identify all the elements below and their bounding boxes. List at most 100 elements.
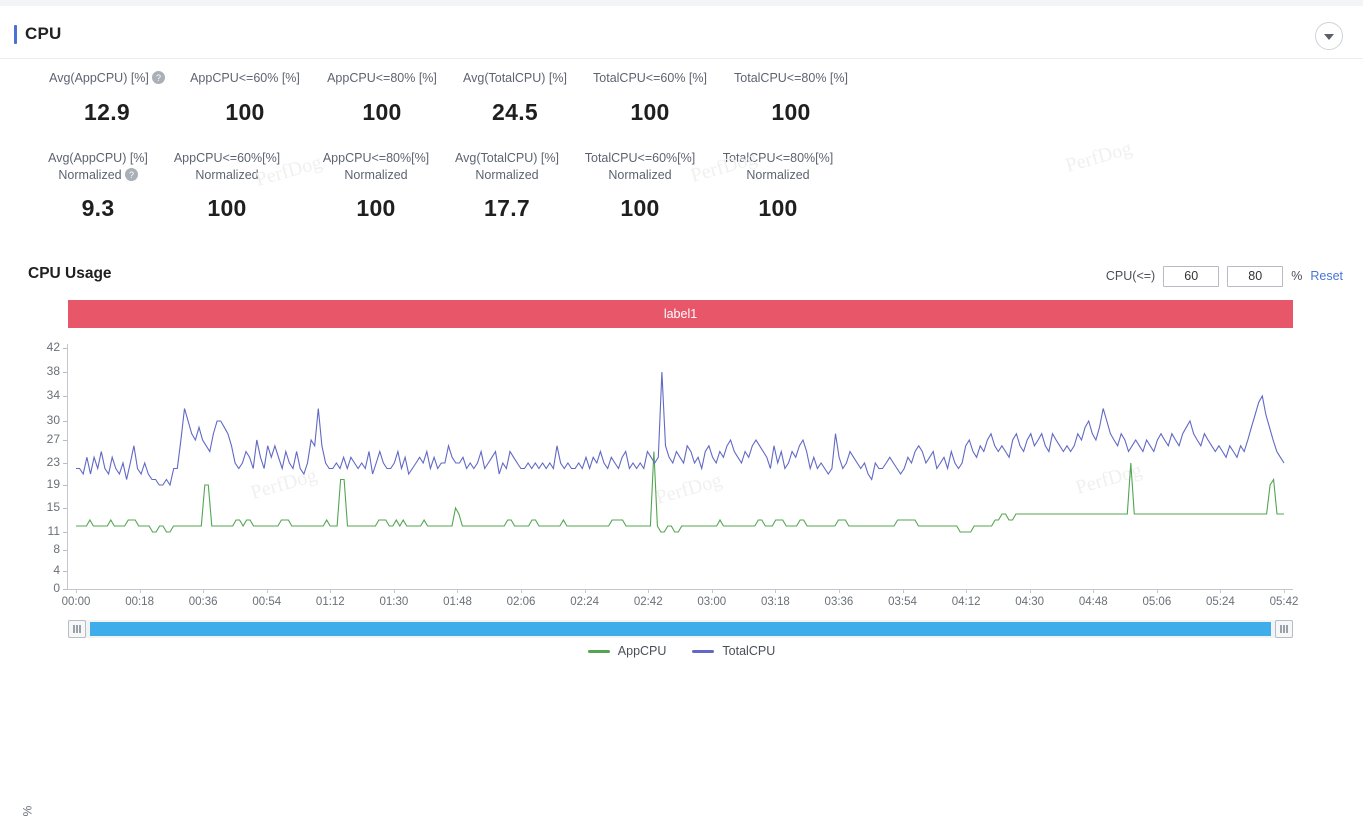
metric-label: TotalCPU<=60%[%]: [584, 151, 696, 165]
metric-card: TotalCPU<=80% [%] 100: [729, 70, 853, 126]
series-line-totalcpu: [76, 372, 1284, 485]
metric-card: TotalCPU<=60%[%] Normalized 100: [578, 150, 702, 222]
legend-swatch: [587, 649, 610, 653]
help-icon[interactable]: ?: [124, 168, 138, 181]
y-axis-tick-label: 0: [53, 581, 60, 595]
legend-item-appcpu[interactable]: AppCPU: [587, 644, 667, 658]
collapse-button[interactable]: [1315, 22, 1343, 50]
percent-label: %: [1291, 269, 1303, 283]
metric-value: 100: [771, 99, 811, 125]
metric-value: 100: [356, 195, 396, 221]
metric-label-sub: Normalized: [344, 168, 408, 182]
metric-label: Avg(TotalCPU) [%]: [463, 71, 567, 85]
metric-card: AppCPU<=60% [%] 100: [185, 70, 305, 126]
metric-value: 9.3: [81, 195, 115, 221]
metric-label: AppCPU<=80% [%]: [327, 71, 437, 85]
metric-label-sub: Normalized?: [38, 167, 158, 184]
metric-label: TotalCPU<=80% [%]: [734, 71, 848, 85]
x-axis-tick-label: 04:12: [951, 596, 981, 608]
chart-section-title: CPU Usage: [28, 265, 112, 282]
metrics-row-normalized: Avg(AppCPU) [%] Normalized? 9.3 AppCPU<=60%…: [0, 150, 1363, 242]
cpu-threshold-controls: CPU(<=) % Reset: [1106, 264, 1343, 288]
metric-label: AppCPU<=80%[%]: [322, 151, 430, 165]
x-axis-tick-label: 05:06: [1142, 596, 1172, 608]
y-axis-tick-label: 30: [46, 413, 60, 427]
metric-value: 100: [758, 195, 798, 221]
metrics-grid: Avg(AppCPU) [%]? 12.9 AppCPU<=60% [%] 100 Ap…: [0, 70, 1363, 242]
metrics-row-primary: Avg(AppCPU) [%]? 12.9 AppCPU<=60% [%] 100 Ap…: [0, 70, 1363, 150]
x-axis-tick-label: 02:24: [570, 596, 600, 608]
y-axis-tick-label: 27: [46, 432, 60, 446]
x-axis-tick-label: 01:48: [443, 596, 472, 608]
x-axis-tick-label: 05:24: [1206, 596, 1235, 608]
metric-label: Avg(AppCPU) [%]: [48, 151, 148, 165]
metric-label-sub: Normalized: [608, 168, 672, 182]
metric-label: AppCPU<=60% [%]: [190, 71, 300, 85]
cpu-threshold-high-input[interactable]: [1227, 265, 1284, 287]
y-axis-tick-label: 34: [46, 388, 60, 402]
metric-value: 100: [225, 99, 265, 125]
timeline-range-fill[interactable]: [90, 622, 1271, 636]
svg-text:?: ?: [156, 73, 161, 83]
timeline-scrollbar[interactable]: [68, 620, 1293, 638]
chart-plot-area: % 42 38 34 30 27 23 19 15 11 8 4 0 00:00 00:18 00:36 0…: [0, 137, 1363, 816]
metric-value: 12.9: [84, 99, 130, 125]
x-axis-tick-label: 00:36: [188, 596, 218, 608]
legend-label: AppCPU: [617, 644, 667, 658]
chart-label-banner[interactable]: label1: [68, 300, 1293, 328]
reset-button[interactable]: Reset: [1310, 269, 1343, 283]
page-title: CPU: [25, 24, 62, 43]
panel-header: CPU: [0, 6, 1363, 59]
y-axis-tick-label: 42: [46, 340, 60, 354]
help-icon[interactable]: ?: [151, 71, 165, 84]
x-axis-tick-label: 02:06: [506, 596, 536, 608]
metric-label-sub: Normalized: [475, 168, 539, 182]
title-accent-bar: [14, 25, 17, 44]
metric-value: 17.7: [484, 195, 530, 221]
metric-value: 24.5: [492, 99, 538, 125]
y-axis-unit-label: %: [20, 805, 35, 816]
cpu-panel: CPU Avg(AppCPU) [%]? 12.9 AppCPU<=60% [%] 1…: [0, 0, 1363, 816]
cpu-threshold-low-input[interactable]: [1163, 265, 1220, 287]
y-axis-tick-label: 4: [53, 563, 60, 577]
metric-card: TotalCPU<=60% [%] 100: [588, 70, 712, 126]
legend-label: TotalCPU: [722, 644, 776, 658]
svg-text:?: ?: [129, 170, 134, 180]
timeline-handle-right[interactable]: [1275, 620, 1293, 638]
x-axis-tick-label: 00:00: [61, 596, 91, 608]
x-axis-tick-label: 03:18: [760, 596, 790, 608]
legend-swatch: [692, 649, 715, 653]
banner-label: label1: [663, 307, 698, 321]
series-line-appcpu: [76, 452, 1284, 533]
x-axis-tick-label: 03:36: [824, 596, 854, 608]
metric-card: AppCPU<=80%[%] Normalized 100: [316, 150, 436, 222]
y-axis-tick-label: 23: [46, 455, 60, 469]
chart-legend: AppCPU TotalCPU: [0, 644, 1363, 658]
y-axis-tick-label: 38: [46, 364, 60, 378]
x-axis-tick-label: 02:42: [633, 596, 663, 608]
y-axis-tick-label: 11: [47, 524, 60, 538]
x-axis-tick-label: 03:00: [697, 596, 727, 608]
metric-card: Avg(AppCPU) [%] Normalized? 9.3: [38, 150, 158, 222]
metric-label: Avg(TotalCPU) [%]: [455, 151, 559, 165]
y-axis-tick-label: 8: [53, 542, 60, 556]
x-axis-tick-label: 04:30: [1015, 596, 1045, 608]
metric-value: 100: [207, 195, 247, 221]
x-axis-tick-label: 00:54: [252, 596, 282, 608]
x-axis-tick-label: 04:48: [1078, 596, 1108, 608]
cpu-threshold-label: CPU(<=): [1105, 269, 1156, 283]
metric-label: TotalCPU<=60% [%]: [593, 71, 707, 85]
chart-series-canvas: [67, 338, 1293, 590]
metric-card: Avg(TotalCPU) [%] Normalized 17.7: [446, 150, 568, 222]
timeline-handle-left[interactable]: [68, 620, 86, 638]
x-axis-tick-label: 00:18: [125, 596, 154, 608]
metric-card: Avg(TotalCPU) [%] 24.5: [454, 70, 576, 126]
metric-value: 100: [362, 99, 402, 125]
y-axis-tick-label: 19: [46, 477, 60, 491]
metric-card: Avg(AppCPU) [%]? 12.9: [47, 70, 167, 126]
legend-item-totalcpu[interactable]: TotalCPU: [692, 644, 775, 658]
x-axis-tick-label: 03:54: [888, 596, 917, 608]
x-axis-tick-label: 01:30: [379, 596, 409, 608]
metric-value: 100: [620, 195, 660, 221]
metric-value: 100: [630, 99, 670, 125]
